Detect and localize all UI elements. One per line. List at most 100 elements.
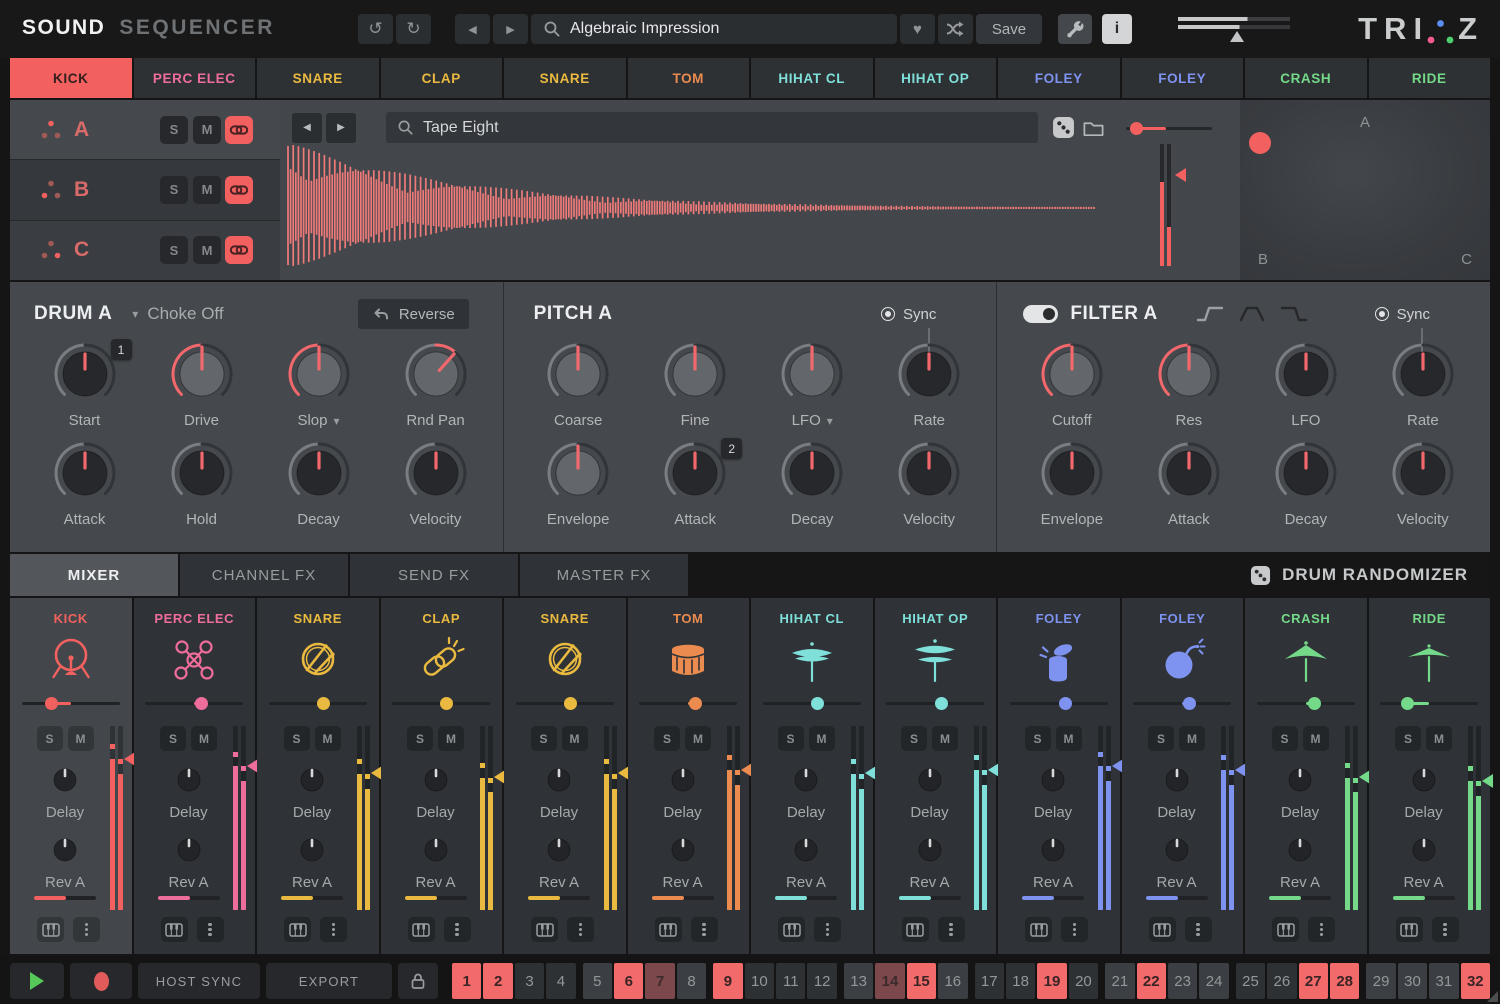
favorite-button[interactable]: ♥ [900,14,935,44]
prev-preset-button[interactable]: ◀ [455,14,490,44]
delay-send-knob[interactable]: Delay [1279,759,1321,821]
step-cell-16[interactable]: 16 [938,963,967,999]
reverb-send-knob[interactable]: Rev A [899,829,961,900]
choke-dropdown[interactable]: ▾ Choke Off [132,304,223,324]
strip-mute-button[interactable]: M [809,726,835,751]
next-preset-button[interactable]: ▶ [493,14,528,44]
strip-volume-slider[interactable] [516,696,614,710]
lowpass-icon[interactable] [1194,303,1226,325]
delay-send-knob[interactable]: Delay [662,759,704,821]
keyboard-button[interactable] [1272,917,1299,942]
delay-send-knob[interactable]: Delay [785,759,827,821]
prev-sample-button[interactable]: ◀ [292,113,322,143]
slider-handle[interactable] [45,697,58,710]
strip-menu-button[interactable] [814,917,841,942]
reverb-send-knob[interactable]: Rev A [1022,829,1084,900]
layer-row-b[interactable]: BSM [10,160,280,219]
start-knob[interactable]: 1Start [26,342,143,429]
step-cell-24[interactable]: 24 [1199,963,1228,999]
slider-handle[interactable] [317,697,330,710]
drum-pad-tom[interactable]: TOM [628,58,750,98]
step-cell-15[interactable]: 15 [907,963,936,999]
strip-mute-button[interactable]: M [1303,726,1329,751]
velocity-knob[interactable]: Velocity [871,441,988,528]
strip-volume-slider[interactable] [1380,696,1478,710]
reverb-send-knob[interactable]: Rev A [34,829,96,900]
step-cell-27[interactable]: 27 [1299,963,1328,999]
layer-solo-button[interactable]: S [160,236,188,264]
step-cell-11[interactable]: 11 [776,963,805,999]
step-cell-28[interactable]: 28 [1330,963,1359,999]
tab-sound[interactable]: SOUND [22,16,105,40]
play-button[interactable] [10,963,64,999]
rnd-pan-knob[interactable]: Rnd Pan [377,342,494,429]
mixer-strip-perc-elec[interactable]: PERC ELECSM Delay Rev A [134,598,256,954]
tab-sequencer[interactable]: SEQUENCER [119,16,275,40]
shuffle-preset-button[interactable] [938,14,973,44]
strip-mute-button[interactable]: M [438,726,464,751]
mixer-strip-tom[interactable]: TOMSM Delay Rev A [628,598,750,954]
strip-menu-button[interactable] [567,917,594,942]
strip-solo-button[interactable]: S [1395,726,1421,751]
slider-handle[interactable] [1183,697,1196,710]
slider-handle[interactable] [689,697,702,710]
drum-pad-kick[interactable]: KICK [10,58,132,98]
record-button[interactable] [70,963,132,999]
mixer-strip-clap[interactable]: CLAPSM Delay Rev A [381,598,503,954]
drum-pad-perc-elec[interactable]: PERC ELEC [134,58,256,98]
rate-knob[interactable]: Rate [871,342,988,429]
strip-volume-slider[interactable] [1133,696,1231,710]
drum-pad-snare[interactable]: SNARE [504,58,626,98]
strip-solo-button[interactable]: S [37,726,63,751]
layer-mute-button[interactable]: M [193,236,221,264]
strip-solo-button[interactable]: S [1272,726,1298,751]
attack-knob[interactable]: Attack [26,441,143,528]
drum-pad-foley[interactable]: FOLEY [1122,58,1244,98]
layer-link-button[interactable] [225,116,253,144]
keyboard-button[interactable] [531,917,558,942]
strip-solo-button[interactable]: S [407,726,433,751]
info-button[interactable]: i [1102,14,1132,44]
strip-solo-button[interactable]: S [160,726,186,751]
delay-send-knob[interactable]: Delay [1156,759,1198,821]
delay-send-knob[interactable]: Delay [909,759,951,821]
keyboard-button[interactable] [1025,917,1052,942]
drum-pad-foley[interactable]: FOLEY [998,58,1120,98]
layer-xy-pad[interactable]: A B C [1240,100,1490,280]
strip-volume-slider[interactable] [639,696,737,710]
settings-button[interactable] [1058,14,1092,44]
mixer-strip-crash[interactable]: CRASHSM Delay Rev A [1245,598,1367,954]
step-cell-4[interactable]: 4 [546,963,575,999]
delay-send-knob[interactable]: Delay [168,759,210,821]
mixer-strip-hihat-cl[interactable]: HIHAT CLSM Delay Rev A [751,598,873,954]
step-cell-20[interactable]: 20 [1069,963,1098,999]
hold-knob[interactable]: Hold [143,441,260,528]
drive-knob[interactable]: Drive [143,342,260,429]
master-volume-fader[interactable] [1178,17,1290,42]
tab-send-fx[interactable]: SEND FX [350,554,518,596]
attack-knob[interactable]: Attack [1130,441,1247,528]
tab-master-fx[interactable]: MASTER FX [520,554,688,596]
delay-send-knob[interactable]: Delay [538,759,580,821]
mixer-strip-foley[interactable]: FOLEYSM Delay Rev A [998,598,1120,954]
decay-knob[interactable]: Decay [1247,441,1364,528]
reverb-send-knob[interactable]: Rev A [528,829,590,900]
step-cell-8[interactable]: 8 [677,963,706,999]
envelope-knob[interactable]: Envelope [520,441,637,528]
velocity-knob[interactable]: Velocity [1364,441,1481,528]
highpass-icon[interactable] [1278,303,1310,325]
mixer-strip-snare[interactable]: SNARESM Delay Rev A [257,598,379,954]
mixer-strip-ride[interactable]: RIDESM Delay Rev A [1369,598,1491,954]
strip-menu-button[interactable] [73,917,100,942]
reverb-send-knob[interactable]: Rev A [405,829,467,900]
coarse-knob[interactable]: Coarse [520,342,637,429]
strip-mute-button[interactable]: M [932,726,958,751]
pitch-sync-toggle[interactable]: Sync [881,306,936,323]
drum-pad-ride[interactable]: RIDE [1369,58,1491,98]
res-knob[interactable]: Res [1130,342,1247,429]
reverb-send-knob[interactable]: Rev A [281,829,343,900]
envelope-knob[interactable]: Envelope [1013,441,1130,528]
step-cell-9[interactable]: 9 [713,963,742,999]
step-cell-5[interactable]: 5 [583,963,612,999]
redo-button[interactable]: ↻ [396,14,431,44]
